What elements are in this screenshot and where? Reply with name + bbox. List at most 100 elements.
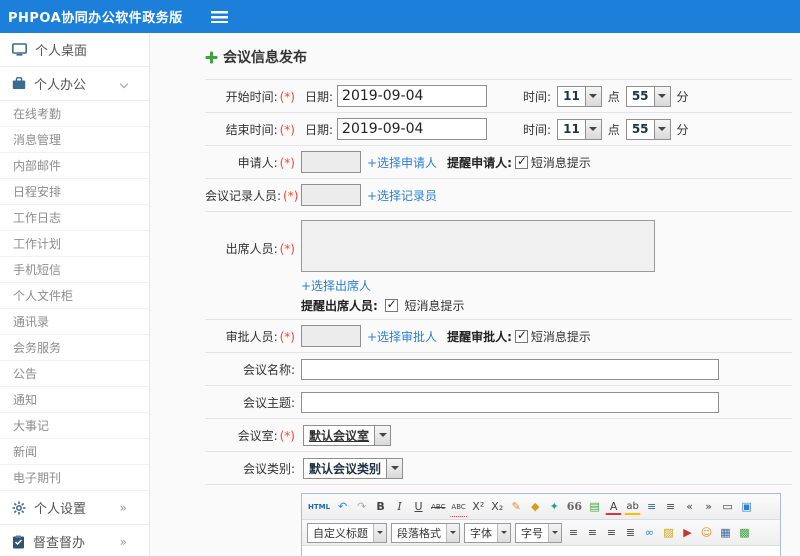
select-applicant-link[interactable]: +选择申请人 (367, 154, 437, 171)
paragraph-format-select[interactable]: 段落格式 (391, 522, 460, 543)
spellcheck-icon[interactable]: ABC (449, 497, 468, 517)
meeting-name-label: 会议名称: (242, 362, 295, 377)
sidebar-item[interactable]: 个人文件柜 (0, 283, 149, 309)
start-minute-select[interactable]: 55 (625, 85, 671, 107)
time-label: 时间: (523, 122, 552, 137)
blockquote-icon[interactable]: 66 (565, 497, 584, 517)
emoticon-icon[interactable]: ☺ (698, 523, 715, 543)
font-color-icon[interactable]: A (605, 499, 623, 515)
italic-icon[interactable]: I (391, 497, 408, 517)
end-hour-select[interactable]: 11 (557, 118, 602, 140)
start-hour-select[interactable]: 11 (557, 85, 602, 107)
end-date-input[interactable] (337, 118, 488, 140)
marker-icon[interactable]: ◆ (527, 497, 544, 517)
ordered-list-icon[interactable]: ≡ (643, 497, 660, 517)
underline-icon[interactable]: U (410, 497, 427, 517)
meeting-room-select[interactable]: 默认会议室 (303, 424, 392, 446)
meeting-category-select[interactable]: 默认会议类别 (303, 457, 404, 479)
recorder-input[interactable] (301, 184, 361, 206)
subscript-icon[interactable]: X₂ (489, 497, 506, 517)
datetime-icon[interactable]: ▤ (586, 497, 603, 517)
main-content: 会议信息发布 开始时间:(*) 日期: 时间: 11 点 55 分 结束时间:(… (150, 33, 800, 556)
select-approver-link[interactable]: +选择审批人 (367, 328, 437, 345)
app-title: PHPOA协同办公软件政务版 (8, 11, 183, 26)
sidebar-item[interactable]: 大事记 (0, 413, 149, 439)
sidebar-item[interactable]: 日程安排 (0, 179, 149, 205)
attendees-label: 出席人员: (225, 242, 278, 256)
media-icon[interactable]: ▶ (679, 523, 696, 543)
start-date-input[interactable] (337, 85, 488, 107)
sidebar-item[interactable]: 内部邮件 (0, 153, 149, 179)
sidebar-item-office[interactable]: 个人办公 (0, 67, 149, 101)
double-arrow-icon (120, 501, 137, 515)
approver-sms-checkbox[interactable] (514, 328, 528, 343)
redo-icon[interactable]: ↷ (353, 497, 370, 517)
font-size-select[interactable]: 字号 (515, 522, 562, 543)
highlight-color-icon[interactable]: ab (624, 499, 642, 515)
double-arrow-icon (120, 535, 137, 549)
sidebar-item[interactable]: 消息管理 (0, 127, 149, 153)
image-icon[interactable]: ▨ (660, 523, 677, 543)
align-left-icon[interactable]: ≡ (565, 523, 582, 543)
remind-attendees-label: 提醒出席人员: (301, 299, 378, 313)
sidebar-item[interactable]: 手机短信 (0, 257, 149, 283)
sidebar-item[interactable]: 在线考勤 (0, 101, 149, 127)
desktop-icon (12, 42, 27, 56)
align-right-icon[interactable]: ≡ (603, 523, 620, 543)
attendees-textarea[interactable] (301, 220, 655, 272)
applicant-input[interactable] (301, 151, 361, 173)
grid-icon[interactable]: ▩ (736, 523, 753, 543)
time-label: 时间: (523, 89, 552, 104)
sidebar-item-desktop[interactable]: 个人桌面 (0, 33, 149, 67)
sidebar-item[interactable]: 通知 (0, 387, 149, 413)
dropdown-arrow-icon (584, 119, 601, 139)
remind-approver-label: 提醒审批人: (447, 329, 512, 344)
strikethrough-icon[interactable]: ABC (429, 497, 447, 517)
undo-icon[interactable]: ↶ (334, 497, 351, 517)
pen-icon[interactable]: ✎ (508, 497, 525, 517)
attendees-sms-checkbox[interactable] (384, 297, 398, 312)
sidebar-item[interactable]: 工作日志 (0, 205, 149, 231)
meeting-name-input[interactable] (301, 358, 719, 380)
meeting-form: 开始时间:(*) 日期: 时间: 11 点 55 分 结束时间:(*) 日期: … (205, 79, 792, 556)
approver-input[interactable] (301, 325, 361, 347)
hour-unit-label: 点 (607, 89, 620, 104)
sidebar-item[interactable]: 会务服务 (0, 335, 149, 361)
format-painter-icon[interactable]: ✦ (546, 497, 563, 517)
sidebar: 个人桌面 个人办公 在线考勤 消息管理 内部邮件 日程安排 工作日志 工作计划 手机短信 个人… (0, 33, 150, 556)
sidebar-item[interactable]: 工作计划 (0, 231, 149, 257)
fullscreen-icon[interactable]: ▣ (738, 497, 755, 517)
sidebar-item-settings[interactable]: 个人设置 (0, 491, 149, 525)
applicant-sms-checkbox[interactable] (514, 154, 528, 169)
align-center-icon[interactable]: ≡ (584, 523, 601, 543)
sidebar-item[interactable]: 电子期刊 (0, 465, 149, 491)
meeting-subject-label: 会议主题: (242, 395, 295, 410)
sidebar-item-supervision[interactable]: 督查督办 (0, 525, 149, 556)
form-row-start-time: 开始时间:(*) 日期: 时间: 11 点 55 分 (205, 79, 792, 112)
meeting-subject-input[interactable] (301, 391, 719, 413)
table-icon[interactable]: ▦ (717, 523, 734, 543)
top-header: PHPOA协同办公软件政务版 (0, 0, 800, 33)
indent-icon[interactable]: » (700, 497, 717, 517)
sidebar-item[interactable]: 新闻 (0, 439, 149, 465)
bold-icon[interactable]: B (372, 497, 389, 517)
superscript-icon[interactable]: X² (470, 497, 487, 517)
sidebar-item[interactable]: 公告 (0, 361, 149, 387)
sidebar-item[interactable]: 通讯录 (0, 309, 149, 335)
outdent-icon[interactable]: « (681, 497, 698, 517)
hamburger-menu-icon[interactable] (210, 10, 228, 23)
end-minute-select[interactable]: 55 (625, 118, 671, 140)
page-break-icon[interactable]: ▭ (719, 497, 736, 517)
link-icon[interactable]: ∞ (641, 523, 658, 543)
select-attendees-link[interactable]: +选择出席人 (301, 279, 371, 293)
html-source-button[interactable]: HTML (306, 497, 332, 517)
heading-select[interactable]: 自定义标题 (307, 522, 387, 543)
dropdown-arrow-icon (374, 425, 391, 445)
sidebar-office-label: 个人办公 (34, 78, 87, 93)
font-family-select[interactable]: 字体 (464, 522, 511, 543)
applicant-label: 申请人: (237, 155, 278, 170)
select-recorder-link[interactable]: +选择记录员 (367, 187, 437, 204)
editor-content-area[interactable] (302, 546, 780, 556)
unordered-list-icon[interactable]: ≡ (662, 497, 679, 517)
align-justify-icon[interactable]: ≣ (622, 523, 639, 543)
